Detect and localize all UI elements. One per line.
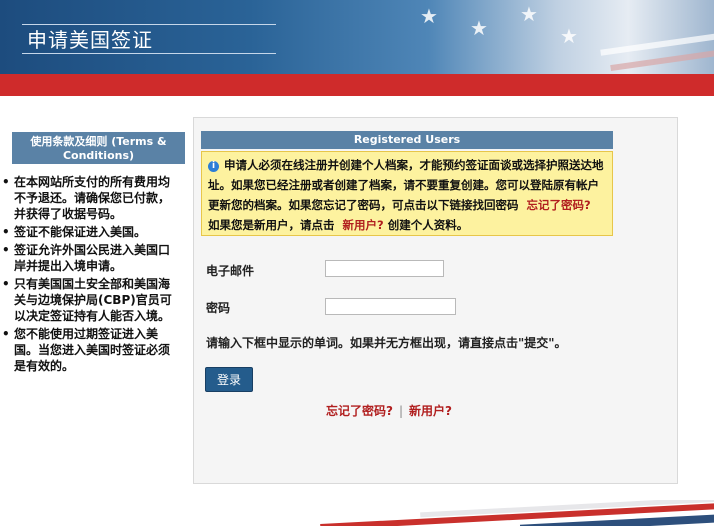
- registered-users-heading: Registered Users: [201, 131, 613, 149]
- notice-forgot-password-link[interactable]: 忘记了密码?: [527, 198, 591, 212]
- bullet-icon: •: [2, 175, 10, 189]
- star-icon: ★: [520, 2, 538, 26]
- terms-item-text: 在本网站所支付的所有费用均不予退还。请确保您已付款，并获得了收据号码。: [14, 175, 171, 221]
- terms-list: • 在本网站所支付的所有费用均不予退还。请确保您已付款，并获得了收据号码。 • 签证…: [0, 174, 172, 376]
- terms-heading: 使用条款及细则 (Terms & Conditions): [12, 132, 185, 164]
- captcha-hint: 请输入下框中显示的单词。如果并无方框出现，请直接点击"提交"。: [206, 336, 567, 350]
- star-icon: ★: [420, 4, 438, 28]
- terms-item: • 只有美国国土安全部和美国海关与边境保护局(CBP)官员可以决定签证持有人能否入…: [0, 276, 172, 324]
- new-user-link[interactable]: 新用户?: [409, 404, 452, 418]
- link-separator: |: [398, 404, 404, 418]
- terms-item: • 在本网站所支付的所有费用均不予退还。请确保您已付款，并获得了收据号码。: [0, 174, 172, 222]
- password-field[interactable]: [325, 298, 456, 315]
- login-button[interactable]: 登录: [205, 367, 253, 392]
- title-rule-bottom: [22, 53, 276, 54]
- notice-middle-text: 如果您是新用户，请点击: [208, 218, 335, 232]
- email-field[interactable]: [325, 260, 444, 277]
- terms-item-text: 签证不能保证进入美国。: [14, 225, 147, 239]
- star-icon: ★: [560, 24, 578, 48]
- bullet-icon: •: [2, 327, 10, 341]
- terms-item: • 签证允许外国公民进入美国口岸并提出入境申请。: [0, 242, 172, 274]
- info-icon: i: [208, 161, 219, 172]
- header-red-band: [0, 74, 714, 96]
- bullet-icon: •: [2, 243, 10, 257]
- terms-item: • 您不能使用过期签证进入美国。当您进入美国时签证必须是有效的。: [0, 326, 172, 374]
- terms-item: • 签证不能保证进入美国。: [0, 224, 172, 240]
- terms-item-text: 只有美国国土安全部和美国海关与边境保护局(CBP)官员可以决定签证持有人能否入境…: [14, 277, 172, 323]
- bullet-icon: •: [2, 277, 10, 291]
- forgot-password-link[interactable]: 忘记了密码?: [326, 404, 393, 418]
- page-title: 申请美国签证: [27, 28, 153, 52]
- account-links: 忘记了密码? | 新用户?: [326, 402, 452, 419]
- notice-end-text: 创建个人资料。: [387, 218, 469, 232]
- footer-flag-stripe: [0, 500, 714, 526]
- bullet-icon: •: [2, 225, 10, 239]
- password-label: 密码: [206, 301, 231, 315]
- terms-item-text: 您不能使用过期签证进入美国。当您进入美国时签证必须是有效的。: [14, 327, 171, 373]
- header-banner: ★ ★ ★ ★ 申请美国签证: [0, 0, 714, 96]
- star-icon: ★: [470, 16, 488, 40]
- notice-new-user-link[interactable]: 新用户?: [343, 218, 384, 232]
- terms-item-text: 签证允许外国公民进入美国口岸并提出入境申请。: [14, 243, 171, 273]
- email-label: 电子邮件: [206, 264, 255, 278]
- notice-box: i 申请人必须在线注册并创建个人档案，才能预约签证面谈或选择护照送达地址。如果您已…: [201, 151, 613, 236]
